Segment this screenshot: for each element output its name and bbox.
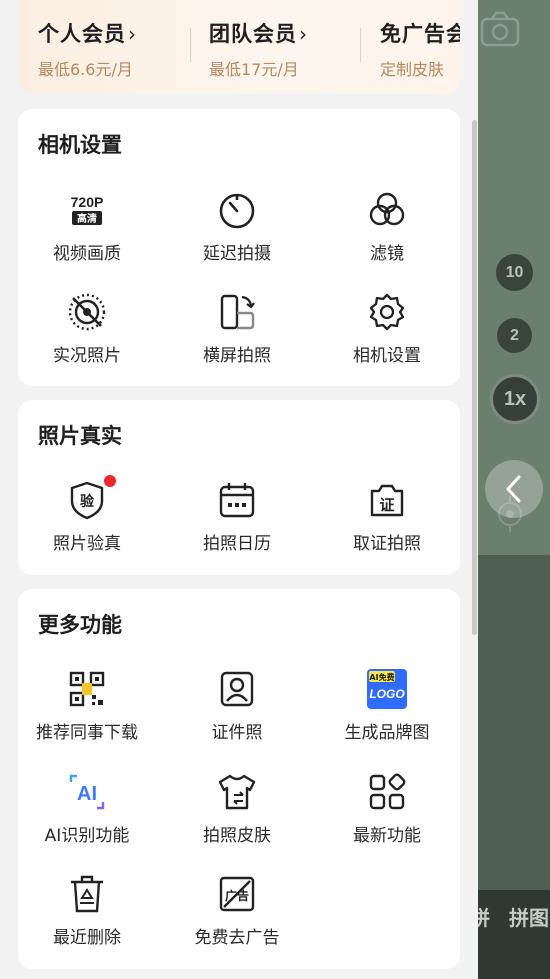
- divider: [190, 28, 191, 62]
- video-quality-item[interactable]: 720P 高清 视频画质: [12, 189, 162, 264]
- photo-calendar-item[interactable]: 拍照日历: [162, 479, 312, 554]
- ad-free-vip-item[interactable]: 免广告会 定制皮肤: [380, 18, 460, 80]
- item-label: 滤镜: [370, 244, 404, 264]
- verify-shield-icon: 验: [70, 481, 104, 520]
- photo-authentic-card: 照片真实 验 照片验真 拍照日历 证 取证拍照: [18, 400, 460, 575]
- section-title: 更多功能: [38, 613, 122, 637]
- section-title: 照片真实: [38, 424, 122, 448]
- vip-subtitle: 定制皮肤: [380, 60, 445, 79]
- recommend-download-item[interactable]: 推荐同事下载: [12, 668, 162, 743]
- recycle-bin-icon: [71, 875, 103, 913]
- svg-text:AI: AI: [77, 783, 97, 805]
- skin-shirt-icon: [218, 774, 256, 810]
- more-features-card: 更多功能 推荐同事下载 证件照 AI免费 LOGO 生成品牌图 AI AI识别功…: [18, 589, 460, 969]
- no-ads-icon: 广告: [219, 876, 255, 912]
- ai-recognize-icon: AI: [69, 774, 105, 810]
- item-label: AI识别功能: [44, 826, 130, 846]
- vip-title: 免广告会: [380, 22, 460, 46]
- membership-card: 个人会员 › 最低6.6元/月 团队会员 › 最低17元/月 免广告会 定制皮肤: [20, 0, 460, 94]
- vip-title: 团队会员: [209, 22, 297, 46]
- collapse-panel-button[interactable]: [485, 460, 543, 518]
- camera-settings-item[interactable]: 相机设置: [312, 291, 462, 366]
- item-label: 拍照皮肤: [203, 826, 271, 846]
- photo-verify-item[interactable]: 验 照片验真: [12, 475, 162, 554]
- camera-mode-label[interactable]: 拼图: [509, 902, 549, 931]
- vip-subtitle: 最低6.6元/月: [38, 60, 133, 79]
- recently-deleted-item[interactable]: 最近删除: [12, 873, 162, 948]
- ai-logo-icon: AI免费 LOGO: [367, 669, 407, 709]
- item-label: 推荐同事下载: [36, 723, 138, 743]
- flip-camera-icon[interactable]: [478, 10, 522, 50]
- evidence-shot-item[interactable]: 证 取证拍照: [312, 479, 462, 554]
- ai-recognize-item[interactable]: AI AI识别功能: [12, 771, 162, 846]
- zoom-1x-button[interactable]: 1x: [490, 374, 540, 424]
- item-label: 证件照: [211, 723, 263, 743]
- notification-dot: [104, 475, 116, 487]
- id-photo-icon: [220, 671, 254, 707]
- item-label: 照片验真: [53, 534, 121, 554]
- chevron-right-icon: ›: [128, 22, 137, 46]
- rotate-landscape-icon: [220, 294, 255, 330]
- item-label: 横屏拍照: [203, 346, 271, 366]
- svg-text:验: 验: [80, 493, 95, 510]
- section-title: 相机设置: [38, 133, 122, 157]
- id-photo-item[interactable]: 证件照: [162, 668, 312, 743]
- item-label: 延迟拍摄: [203, 244, 271, 264]
- item-label: 拍照日历: [203, 534, 271, 554]
- evidence-camera-icon: 证: [370, 484, 404, 517]
- filter-item[interactable]: 滤镜: [312, 189, 462, 264]
- live-photo-off-icon: [68, 293, 106, 331]
- side-menu-panel: 个人会员 › 最低6.6元/月 团队会员 › 最低17元/月 免广告会 定制皮肤 相…: [0, 0, 478, 979]
- zoom-10-button[interactable]: 10: [496, 254, 533, 291]
- svg-text:AI免费: AI免费: [369, 672, 394, 682]
- gear-icon: [369, 293, 405, 331]
- team-vip-item[interactable]: 团队会员 › 最低17元/月: [209, 18, 308, 80]
- zoom-2-button[interactable]: 2: [497, 318, 532, 353]
- item-label: 相机设置: [353, 346, 421, 366]
- divider: [360, 28, 361, 62]
- timer-shot-item[interactable]: 延迟拍摄: [162, 189, 312, 264]
- camera-skin-item[interactable]: 拍照皮肤: [162, 771, 312, 846]
- item-label: 取证拍照: [353, 534, 421, 554]
- brand-image-item[interactable]: AI免费 LOGO 生成品牌图: [312, 668, 462, 743]
- live-photo-item[interactable]: 实况照片: [12, 291, 162, 366]
- timer-icon: [219, 193, 255, 229]
- new-features-item[interactable]: 最新功能: [312, 771, 462, 846]
- item-label: 最近删除: [53, 928, 121, 948]
- item-label: 视频画质: [53, 244, 121, 264]
- vip-title: 个人会员: [38, 22, 126, 46]
- svg-text:720P: 720P: [71, 194, 104, 210]
- svg-text:高清: 高清: [77, 212, 97, 225]
- remove-ads-item[interactable]: 广告 免费去广告: [162, 873, 312, 948]
- landscape-shot-item[interactable]: 横屏拍照: [162, 291, 312, 366]
- filter-icon: [369, 192, 405, 226]
- apps-grid-icon: [369, 773, 406, 810]
- item-label: 免费去广告: [194, 928, 280, 948]
- chevron-left-icon: [506, 475, 521, 503]
- item-label: 最新功能: [353, 826, 421, 846]
- qr-code-icon: [69, 671, 105, 707]
- item-label: 实况照片: [53, 346, 121, 366]
- scrollbar[interactable]: [472, 120, 477, 635]
- personal-vip-item[interactable]: 个人会员 › 最低6.6元/月: [38, 18, 137, 80]
- svg-text:LOGO: LOGO: [369, 687, 405, 701]
- calendar-icon: [219, 483, 255, 518]
- vip-subtitle: 最低17元/月: [209, 60, 299, 79]
- item-label: 生成品牌图: [344, 723, 430, 743]
- camera-settings-card: 相机设置 720P 高清 视频画质 延迟拍摄 滤镜 实况照片 横屏拍照 相机设置: [18, 109, 460, 386]
- video-quality-720p-icon: 720P 高清: [71, 194, 104, 225]
- svg-text:证: 证: [379, 496, 394, 514]
- chevron-right-icon: ›: [299, 22, 308, 46]
